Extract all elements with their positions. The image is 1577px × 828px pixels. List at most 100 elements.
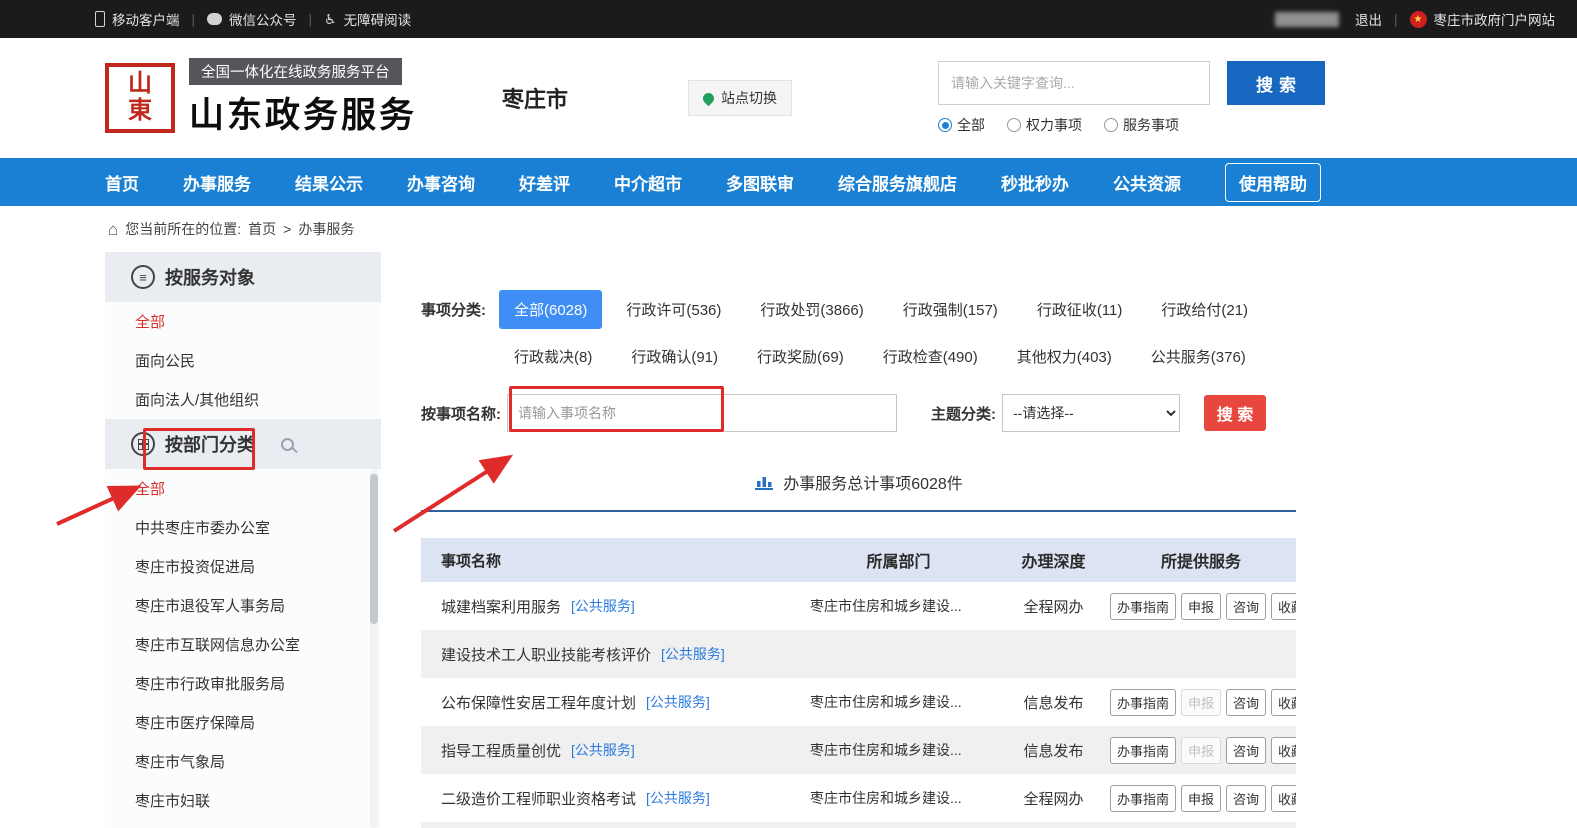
item-name-input[interactable] (507, 394, 897, 432)
service-button[interactable]: 收藏 (1271, 737, 1296, 764)
item-search-button[interactable]: 搜 索 (1204, 395, 1266, 431)
nav-item-4[interactable]: 好差评 (519, 170, 570, 195)
menu-circle-icon: ≡ (131, 265, 155, 289)
sidebar-dept-item[interactable]: 枣庄市气象局 (105, 742, 381, 781)
search-scope-radio[interactable]: 全部 (938, 115, 985, 135)
table-row: 城建档案利用服务[公共服务]枣庄市住房和城乡建设...全程网办办事指南申报咨询收… (421, 582, 1296, 630)
service-button[interactable]: 申报 (1181, 593, 1221, 620)
item-name-link[interactable]: 城建档案利用服务 (441, 596, 561, 617)
category-tab[interactable]: 行政强制(157) (888, 290, 1013, 329)
public-service-link[interactable]: [公共服务] (571, 596, 635, 616)
sidebar-dept-item[interactable]: 中共枣庄市委办公室 (105, 508, 381, 547)
table-row: 建设技术工人职业技能考核评价 [公共服务] (421, 630, 1296, 678)
portal-site-link[interactable]: ★ 枣庄市政府门户网站 (1410, 9, 1556, 29)
category-tab[interactable]: 行政征收(11) (1022, 290, 1138, 329)
category-tab[interactable]: 行政奖励(69) (742, 337, 859, 376)
public-service-link[interactable]: [公共服务] (571, 740, 635, 760)
sidebar-dept-item[interactable]: 枣庄市退役军人事务局 (105, 586, 381, 625)
item-search-bar: 按事项名称: 主题分类: --请选择-- 搜 索 (421, 394, 1296, 432)
public-service-link[interactable]: [公共服务] (646, 692, 710, 712)
keyword-search-button[interactable]: 搜索 (1227, 61, 1325, 105)
summary-bar: 办事服务总计事项6028件 (421, 470, 1296, 512)
radio-label: 全部 (957, 115, 985, 135)
category-tab[interactable]: 行政确认(91) (616, 337, 733, 376)
sidebar-scrollbar-thumb[interactable] (370, 474, 378, 624)
wechat-link[interactable]: 微信公众号 (207, 9, 297, 29)
service-button[interactable]: 收藏 (1271, 689, 1296, 716)
service-button[interactable]: 办事指南 (1110, 689, 1176, 716)
service-button[interactable]: 办事指南 (1110, 737, 1176, 764)
topic-select[interactable]: --请选择-- (1002, 394, 1180, 432)
category-tab[interactable]: 行政给付(21) (1146, 290, 1263, 329)
nav-item-6[interactable]: 多图联审 (726, 170, 794, 195)
main-nav: 首页 办事服务 结果公示 办事咨询 好差评 中介超市 多图联审 综合服务旗舰店 秒批秒办 公共资源… (0, 158, 1577, 206)
nav-item-3[interactable]: 办事咨询 (407, 170, 475, 195)
nav-item-2[interactable]: 结果公示 (295, 170, 363, 195)
sidebar-item[interactable]: 面向法人/其他组织 (105, 380, 381, 419)
service-button[interactable]: 咨询 (1226, 737, 1266, 764)
department-search-icon[interactable] (281, 438, 294, 451)
logout-link[interactable]: 退出 (1355, 9, 1382, 29)
accessibility-link[interactable]: ♿ 无障碍阅读 (324, 9, 411, 29)
sidebar-dept-item[interactable]: 枣庄市医疗保障局 (105, 703, 381, 742)
service-button[interactable]: 咨询 (1226, 593, 1266, 620)
search-scope-radio[interactable]: 服务事项 (1104, 115, 1179, 135)
nav-item-5[interactable]: 中介超市 (614, 170, 682, 195)
nav-item-8[interactable]: 秒批秒办 (1001, 170, 1069, 195)
sidebar-section-service-object[interactable]: ≡ 按服务对象 (105, 252, 381, 302)
sidebar-dept-item[interactable]: 枣庄市妇联 (105, 781, 381, 820)
category-tab[interactable]: 行政许可(536) (611, 290, 736, 329)
table-row: 指导工程质量创优[公共服务]枣庄市住房和城乡建设...信息发布办事指南申报咨询收… (421, 726, 1296, 774)
service-button[interactable]: 办事指南 (1110, 785, 1176, 812)
category-tab[interactable]: 行政裁决(8) (499, 337, 607, 376)
category-tabs-row2: 行政裁决(8)行政确认(91)行政奖励(69)行政检查(490)其他权力(403… (499, 337, 1270, 376)
department-cell: 枣庄市住房和城乡建设... (796, 740, 1001, 760)
service-button[interactable]: 办事指南 (1110, 593, 1176, 620)
category-tab[interactable]: 公共服务(376) (1136, 337, 1261, 376)
site-switch-button[interactable]: 站点切换 (688, 80, 792, 116)
sidebar-dept-item[interactable]: 枣庄市行政审批服务局 (105, 664, 381, 703)
keyword-search-input[interactable] (938, 61, 1210, 105)
wechat-icon (207, 13, 222, 25)
category-tab[interactable]: 全部(6028) (499, 290, 602, 329)
category-row-2: 行政裁决(8)行政确认(91)行政奖励(69)行政检查(490)其他权力(403… (421, 337, 1296, 376)
mobile-client-link[interactable]: 移动客户端 (95, 9, 180, 29)
category-tab[interactable]: 行政处罚(3866) (745, 290, 878, 329)
service-button[interactable]: 申报 (1181, 785, 1221, 812)
sidebar-item[interactable]: 全部 (105, 302, 381, 341)
sidebar-dept-item[interactable]: 全部 (105, 469, 381, 508)
nav-item-7[interactable]: 综合服务旗舰店 (838, 170, 957, 195)
sidebar-dept-item[interactable]: 枣庄市投资促进局 (105, 547, 381, 586)
category-tab[interactable]: 行政检查(490) (868, 337, 993, 376)
item-name-link[interactable]: 建设技术工人职业技能考核评价 (441, 644, 651, 665)
site-switch-label: 站点切换 (721, 88, 777, 108)
table-header-row: 事项名称 所属部门 办理深度 所提供服务 (421, 538, 1296, 582)
public-service-link[interactable]: [公共服务] (661, 644, 725, 664)
category-tab[interactable]: 其他权力(403) (1002, 337, 1127, 376)
department-list: 全部中共枣庄市委办公室枣庄市投资促进局枣庄市退役军人事务局枣庄市互联网信息办公室… (105, 469, 381, 820)
nav-item-9[interactable]: 公共资源 (1113, 170, 1181, 195)
item-name-link[interactable]: 二级造价工程师职业资格考试 (441, 788, 636, 809)
nav-help-button[interactable]: 使用帮助 (1225, 163, 1321, 202)
sidebar-item[interactable]: 面向公民 (105, 341, 381, 380)
divider: | (192, 12, 196, 27)
item-name-cell: 公布保障性安居工程年度计划 [公共服务] (421, 692, 796, 713)
services-cell: 办事指南申报咨询收藏 (1106, 689, 1296, 716)
logo: 山東 全国一体化在线政务服务平台 山东政务服务 (105, 58, 417, 138)
depth-cell: 信息发布 (1001, 740, 1106, 761)
public-service-link[interactable]: [公共服务] (646, 788, 710, 808)
item-name-link[interactable]: 指导工程质量创优 (441, 740, 561, 761)
service-button[interactable]: 咨询 (1226, 689, 1266, 716)
service-button[interactable]: 收藏 (1271, 593, 1296, 620)
sidebar-dept-item[interactable]: 枣庄市互联网信息办公室 (105, 625, 381, 664)
nav-item-1[interactable]: 办事服务 (183, 170, 251, 195)
breadcrumb-home-link[interactable]: 首页 (248, 219, 276, 239)
item-name-cell: 指导工程质量创优 [公共服务] (421, 740, 796, 761)
search-scope-radio[interactable]: 权力事项 (1007, 115, 1082, 135)
service-button[interactable]: 收藏 (1271, 785, 1296, 812)
nav-item-0[interactable]: 首页 (105, 170, 139, 195)
sidebar-section-department[interactable]: 按部门分类 (105, 419, 381, 469)
accessibility-icon: ♿ (324, 12, 337, 26)
service-button[interactable]: 咨询 (1226, 785, 1266, 812)
item-name-link[interactable]: 公布保障性安居工程年度计划 (441, 692, 636, 713)
